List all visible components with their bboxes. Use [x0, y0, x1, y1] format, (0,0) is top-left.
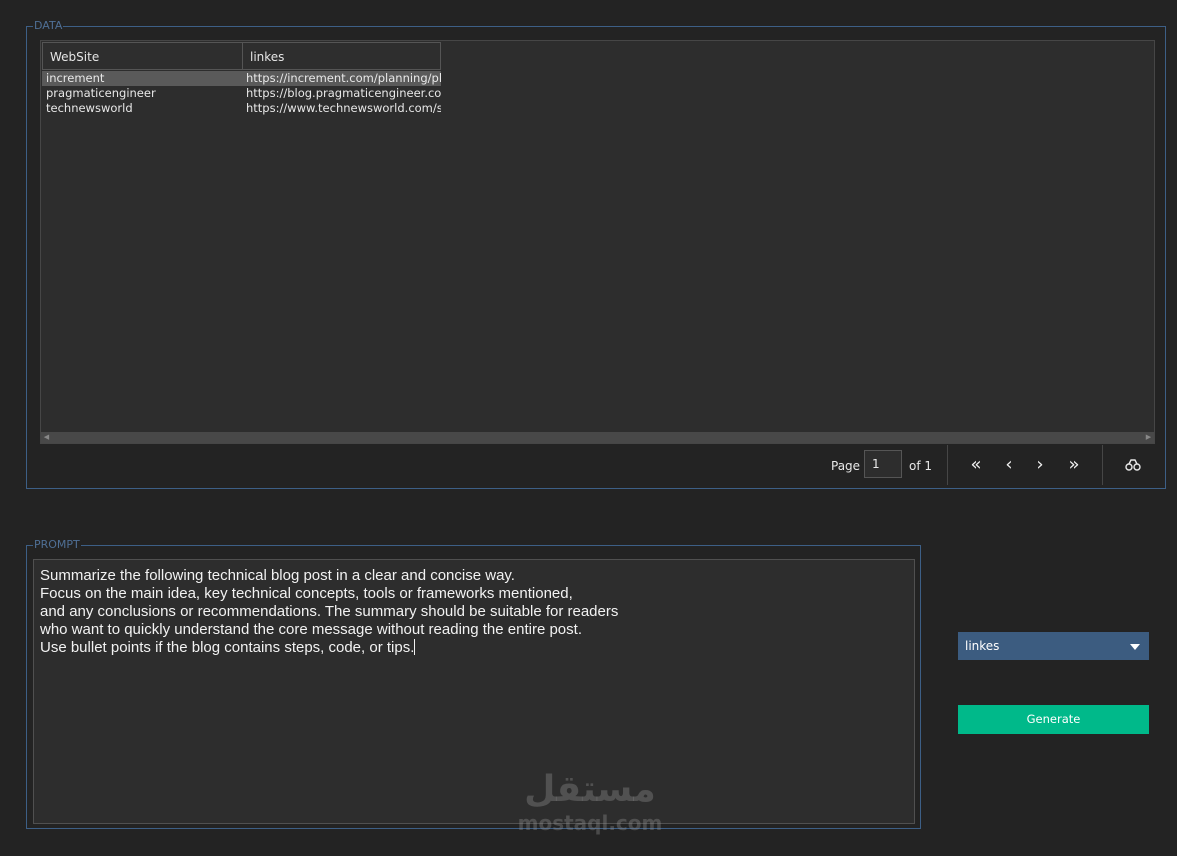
first-page-icon[interactable]: «: [964, 453, 988, 477]
last-page-icon[interactable]: »: [1062, 453, 1086, 477]
page-label: Page: [831, 459, 861, 473]
column-header-linkes[interactable]: linkes: [242, 42, 441, 70]
data-group-title: DATA: [33, 19, 64, 33]
dropdown-selected-value: linkes: [965, 639, 1000, 653]
pager: Page of 1 « ‹ › »: [27, 445, 1165, 489]
pager-divider: [1102, 445, 1103, 485]
prompt-groupbox: PROMPT Summarize the following technical…: [26, 538, 921, 829]
scroll-right-icon[interactable]: ▶: [1143, 432, 1154, 443]
scroll-left-icon[interactable]: ◀: [41, 432, 52, 443]
next-page-icon[interactable]: ›: [1028, 453, 1052, 477]
cell-website[interactable]: pragmaticengineer: [42, 86, 242, 101]
prompt-line: Use bullet points if the blog contains s…: [40, 639, 415, 656]
prompt-line: Summarize the following technical blog p…: [40, 567, 515, 584]
prompt-line: Focus on the main idea, key technical co…: [40, 585, 573, 602]
column-header-website[interactable]: WebSite: [42, 42, 243, 70]
data-grid[interactable]: WebSite linkes increment https://increme…: [40, 40, 1155, 444]
prompt-line: and any conclusions or recommendations. …: [40, 603, 619, 620]
column-select-dropdown[interactable]: linkes: [958, 632, 1149, 660]
binoculars-icon[interactable]: [1121, 453, 1145, 477]
cell-website[interactable]: increment: [42, 71, 242, 86]
table-row[interactable]: increment https://increment.com/planning…: [42, 71, 441, 86]
grid-header: WebSite linkes: [42, 42, 441, 70]
prompt-last-line: Use bullet points if the blog contains s…: [40, 639, 908, 657]
table-row[interactable]: pragmaticengineer https://blog.pragmatic…: [42, 86, 441, 101]
chevron-down-icon[interactable]: [1130, 644, 1140, 650]
horizontal-scrollbar[interactable]: ◀ ▶: [41, 432, 1154, 443]
prompt-textarea[interactable]: Summarize the following technical blog p…: [33, 559, 915, 824]
prompt-group-title: PROMPT: [33, 538, 81, 552]
cell-link[interactable]: https://www.technewsworld.com/st: [242, 101, 441, 116]
cell-link[interactable]: https://increment.com/planning/pla: [242, 71, 441, 86]
prev-page-icon[interactable]: ‹: [997, 453, 1021, 477]
grid-rows: increment https://increment.com/planning…: [42, 71, 441, 116]
pager-divider: [947, 445, 948, 485]
generate-button[interactable]: Generate: [958, 705, 1149, 734]
page-number-input[interactable]: [864, 450, 902, 478]
data-groupbox: DATA WebSite linkes increment https://in…: [26, 19, 1166, 489]
cell-link[interactable]: https://blog.pragmaticengineer.com: [242, 86, 441, 101]
page-count-label: of 1: [909, 459, 933, 473]
text-caret: [414, 639, 416, 655]
prompt-line: who want to quickly understand the core …: [40, 621, 582, 638]
table-row[interactable]: technewsworld https://www.technewsworld.…: [42, 101, 441, 116]
cell-website[interactable]: technewsworld: [42, 101, 242, 116]
